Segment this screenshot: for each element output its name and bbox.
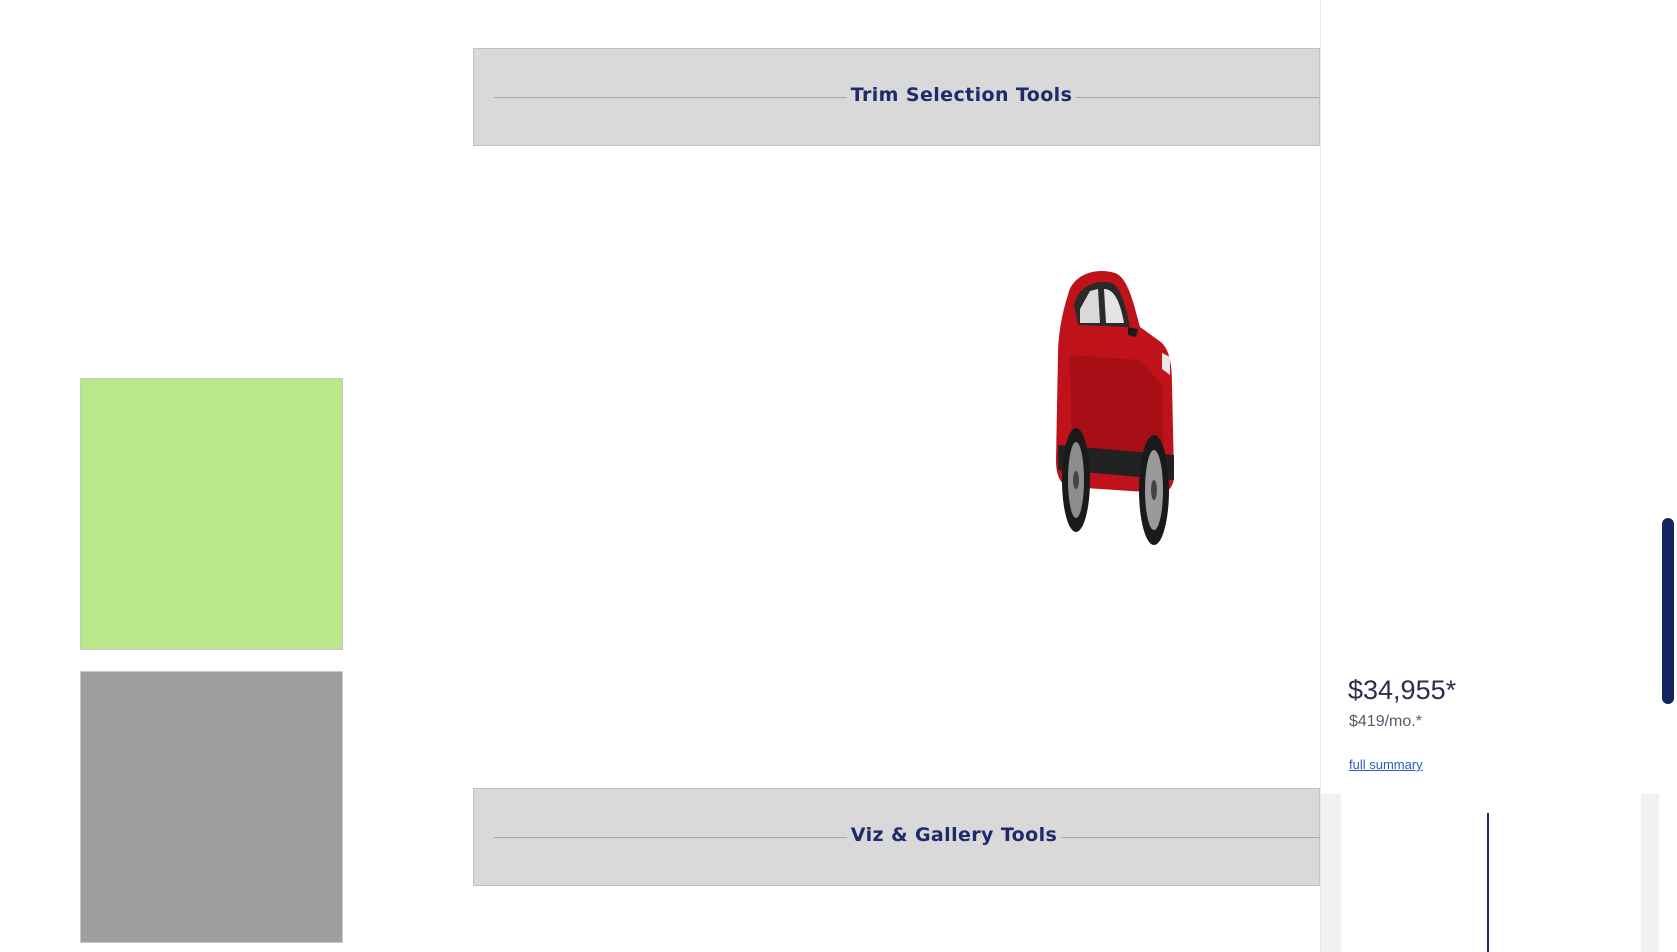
vertical-divider [1487, 813, 1489, 952]
trim-selection-tools-title: Trim Selection Tools [846, 84, 1077, 106]
monthly-price: $419/mo.* [1349, 713, 1422, 730]
price-summary-panel: $34,955* $419/mo.* full summary [1320, 0, 1660, 952]
color-swatch-gray[interactable] [80, 671, 343, 943]
trim-selection-tools-bar[interactable]: Trim Selection Tools [473, 48, 1320, 146]
scrollbar-thumb[interactable] [1662, 518, 1674, 704]
scrollbar[interactable] [1659, 0, 1677, 952]
page: Trim Selection Tools Viz & Gallery Tools… [0, 0, 1677, 952]
panel-lower-section [1321, 794, 1660, 952]
vehicle-image [1050, 265, 1180, 550]
full-summary-link[interactable]: full summary [1349, 757, 1423, 772]
summary-card [1341, 794, 1641, 952]
viz-gallery-tools-bar[interactable]: Viz & Gallery Tools [473, 788, 1320, 886]
viz-gallery-tools-title: Viz & Gallery Tools [846, 824, 1062, 846]
color-swatch-green[interactable] [80, 378, 343, 650]
total-price: $34,955* [1348, 675, 1457, 705]
